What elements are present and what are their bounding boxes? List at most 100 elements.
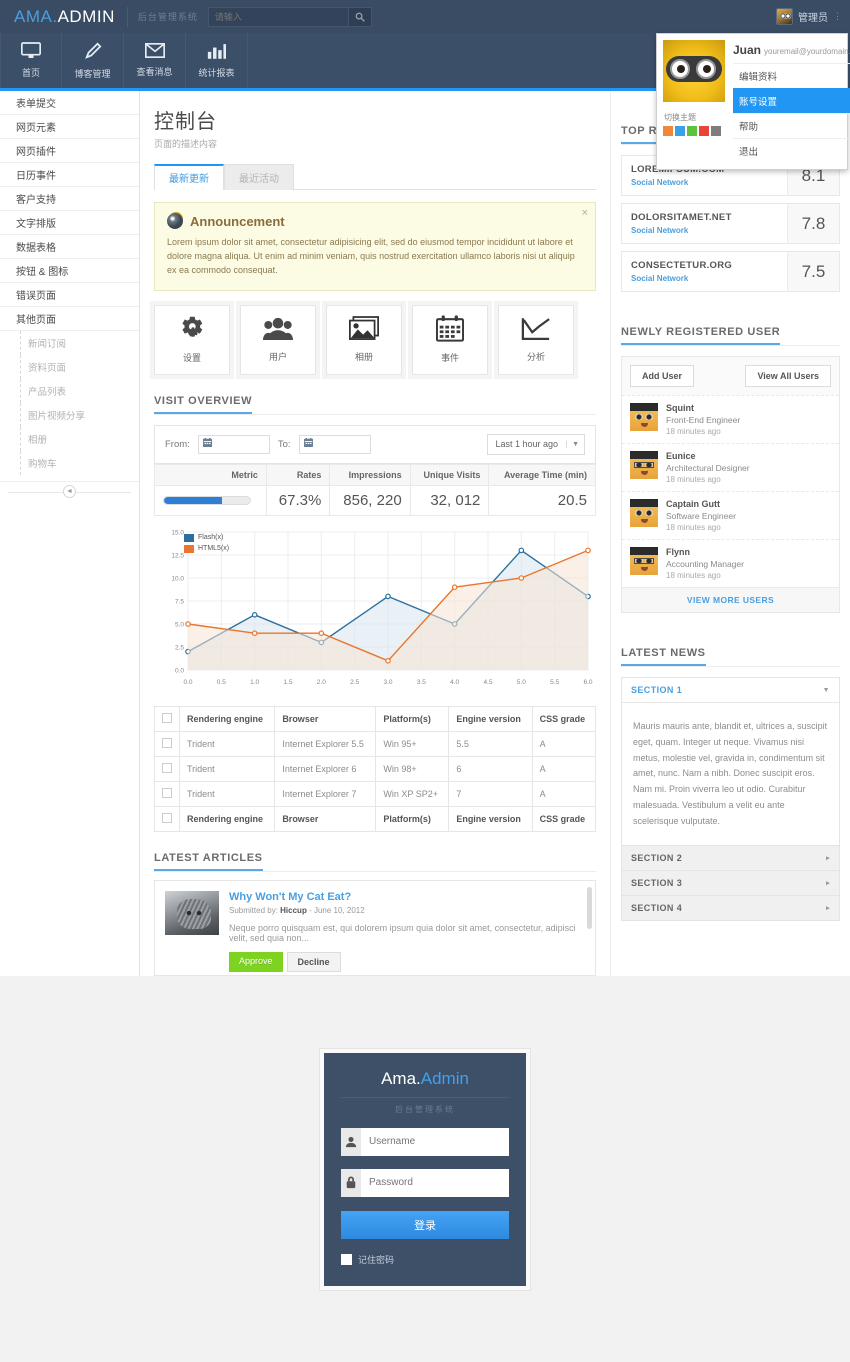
- site-name: DOLORSITAMET.NET: [631, 212, 778, 223]
- sidebar-item-typography[interactable]: 文字排版: [0, 211, 139, 235]
- login-submit-button[interactable]: 登录: [341, 1211, 509, 1239]
- article-title[interactable]: Why Won't My Cat Eat?: [229, 891, 585, 903]
- list-item[interactable]: Captain Gutt Software Engineer 18 minute…: [622, 491, 839, 539]
- user-info: Captain Gutt Software Engineer 18 minute…: [666, 499, 736, 532]
- header-user-menu[interactable]: 管理员 ⋮: [776, 8, 850, 25]
- checkbox[interactable]: [162, 738, 172, 748]
- username-input[interactable]: [361, 1128, 509, 1156]
- sidebar-item-tables[interactable]: 数据表格: [0, 235, 139, 259]
- theme-swatch-orange[interactable]: [663, 126, 673, 136]
- footer-platforms: Platform(s): [376, 806, 449, 831]
- scrollbar[interactable]: [587, 887, 592, 929]
- approve-button[interactable]: Approve: [229, 952, 283, 972]
- close-icon[interactable]: ×: [582, 207, 588, 219]
- user-role: Front-End Engineer: [666, 415, 740, 425]
- tab-recent-activity[interactable]: 最近活动: [224, 164, 294, 190]
- to-date-input[interactable]: [299, 435, 371, 454]
- list-item[interactable]: CONSECTETUR.ORG Social Network 7.5: [621, 251, 840, 292]
- search-input[interactable]: [208, 7, 348, 27]
- sidebar-subitem-media[interactable]: 图片视频分享: [0, 403, 139, 427]
- nav-item-messages[interactable]: 查看消息: [124, 33, 186, 88]
- list-item[interactable]: Eunice Architectural Designer 18 minutes…: [622, 443, 839, 491]
- checkbox[interactable]: [162, 813, 172, 823]
- sidebar-item-forms[interactable]: 表单提交: [0, 91, 139, 115]
- theme-swatches[interactable]: [663, 126, 725, 136]
- range-select[interactable]: Last 1 hour ago ▼: [487, 434, 586, 455]
- list-item[interactable]: Flynn Accounting Manager 18 minutes ago: [622, 539, 839, 587]
- password-input[interactable]: [361, 1169, 509, 1197]
- theme-swatch-green[interactable]: [687, 126, 697, 136]
- footer-engine-version: Engine version: [449, 806, 532, 831]
- theme-swatch-red[interactable]: [699, 126, 709, 136]
- from-date-input[interactable]: [198, 435, 270, 454]
- checkbox[interactable]: [162, 763, 172, 773]
- cell-css-grade: A: [532, 781, 595, 806]
- footer-select-cell[interactable]: [155, 806, 180, 831]
- sidebar-subitem-news[interactable]: 新闻订阅: [0, 331, 139, 355]
- sidebar-item-buttons-icons[interactable]: 按钮 & 图标: [0, 259, 139, 283]
- cell-rendering-engine: Trident: [180, 731, 275, 756]
- add-user-button[interactable]: Add User: [630, 365, 694, 387]
- checkbox[interactable]: [162, 713, 172, 723]
- menu-item-account-settings[interactable]: 账号设置: [733, 88, 850, 113]
- cat-photo: [165, 891, 219, 935]
- checkbox[interactable]: [162, 788, 172, 798]
- remember-password-label: 记住密码: [358, 1253, 394, 1266]
- view-more-users-link[interactable]: VIEW MORE USERS: [622, 587, 839, 612]
- accordion-header-1[interactable]: SECTION 1 ▼: [622, 678, 839, 703]
- select-all-cell[interactable]: [155, 706, 180, 731]
- brand-part1: AMA.: [14, 7, 58, 26]
- accordion-section-3: SECTION 3 ▸: [621, 870, 840, 895]
- list-item[interactable]: DOLORSITAMET.NET Social Network 7.8: [621, 203, 840, 244]
- decline-button[interactable]: Decline: [287, 952, 341, 972]
- list-item[interactable]: Squint Front-End Engineer 18 minutes ago: [622, 395, 839, 443]
- sidebar-subitem-cart[interactable]: 购物车: [0, 451, 139, 475]
- remember-password-group[interactable]: 记住密码: [341, 1253, 509, 1266]
- pencil-icon: [84, 42, 102, 63]
- sidebar-subitem-profile[interactable]: 资料页面: [0, 355, 139, 379]
- sidebar-subitem-gallery[interactable]: 相册: [0, 427, 139, 451]
- cell-engine-version: 6: [449, 756, 532, 781]
- sidebar-item-calendar[interactable]: 日历事件: [0, 163, 139, 187]
- site-category[interactable]: Social Network: [631, 274, 778, 283]
- theme-swatch-gray[interactable]: [711, 126, 721, 136]
- sidebar-item-support[interactable]: 客户支持: [0, 187, 139, 211]
- accordion-header-2[interactable]: SECTION 2 ▸: [622, 846, 839, 870]
- row-select-cell[interactable]: [155, 731, 180, 756]
- sidebar-subitem-products[interactable]: 产品列表: [0, 379, 139, 403]
- tile-gallery[interactable]: 相册: [326, 305, 402, 375]
- tab-bar: 最新更新 最近活动: [154, 164, 596, 190]
- nav-item-home[interactable]: 首页: [0, 33, 62, 88]
- user-dropdown[interactable]: 切换主题 Juanyouremail@yourdomain.com 编辑资料 账…: [656, 33, 848, 170]
- checkbox[interactable]: [341, 1254, 352, 1265]
- tile-users[interactable]: 用户: [240, 305, 316, 375]
- accordion-header-3[interactable]: SECTION 3 ▸: [622, 871, 839, 895]
- row-select-cell[interactable]: [155, 781, 180, 806]
- nav-item-reports[interactable]: 统计报表: [186, 33, 248, 88]
- menu-item-edit-profile[interactable]: 编辑资料: [733, 63, 850, 88]
- menu-item-logout[interactable]: 退出: [733, 138, 850, 163]
- progress-bar-fill: [164, 497, 222, 504]
- col-browser: Browser: [275, 706, 376, 731]
- sidebar-item-elements[interactable]: 网页元素: [0, 115, 139, 139]
- brand-logo[interactable]: AMA.ADMIN: [0, 7, 127, 27]
- accordion-header-4[interactable]: SECTION 4 ▸: [622, 896, 839, 920]
- sidebar-item-error-pages[interactable]: 错误页面: [0, 283, 139, 307]
- tile-settings[interactable]: 设置: [154, 305, 230, 375]
- sidebar-item-plugins[interactable]: 网页插件: [0, 139, 139, 163]
- search-icon[interactable]: [348, 7, 372, 27]
- row-select-cell[interactable]: [155, 756, 180, 781]
- site-category[interactable]: Social Network: [631, 226, 778, 235]
- tile-analytics[interactable]: 分析: [498, 305, 574, 375]
- user-photo: [663, 40, 725, 102]
- sidebar-collapse-toggle[interactable]: ◄: [0, 481, 139, 501]
- nav-item-blog[interactable]: 博客管理: [62, 33, 124, 88]
- theme-swatch-blue[interactable]: [675, 126, 685, 136]
- site-category[interactable]: Social Network: [631, 178, 778, 187]
- menu-item-help[interactable]: 帮助: [733, 113, 850, 138]
- sidebar-item-other-pages[interactable]: 其他页面: [0, 307, 139, 331]
- view-all-users-button[interactable]: View All Users: [745, 365, 831, 387]
- chevron-down-icon[interactable]: ⋮: [833, 11, 842, 22]
- tile-events[interactable]: 事件: [412, 305, 488, 375]
- tab-latest-updates[interactable]: 最新更新: [154, 164, 224, 190]
